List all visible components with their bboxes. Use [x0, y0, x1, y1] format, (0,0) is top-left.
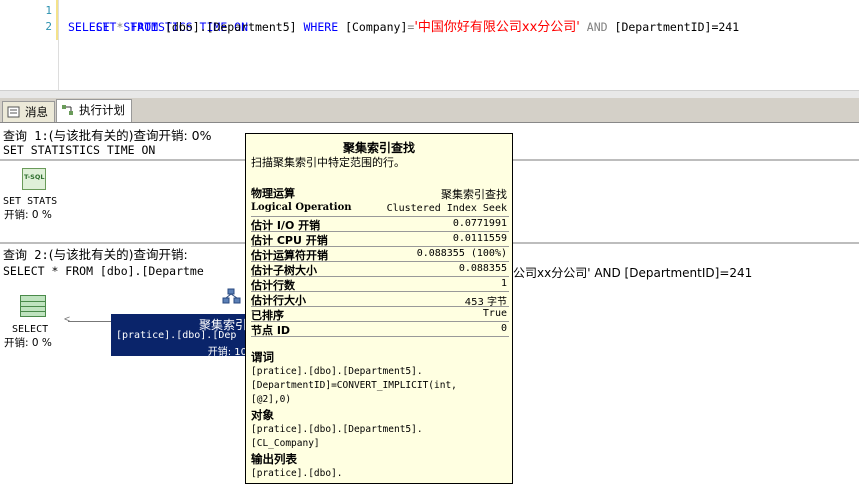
- query1-sql: SET STATISTICS TIME ON: [3, 143, 156, 157]
- query2-sql-right: 公司xx分公司' AND [DepartmentID]=241: [513, 266, 753, 280]
- tooltip-row: 估计 CPU 开销 0.0111559: [251, 231, 509, 247]
- plan-node-cost: 开销: 0 %: [4, 209, 52, 221]
- query1-header: 查询 1:(与该批有关的)查询开销: 0%: [3, 125, 211, 144]
- tab-execution-plan[interactable]: 执行计划: [56, 99, 132, 122]
- property-value: 聚集索引查找: [441, 188, 507, 201]
- line-number: 2: [45, 20, 52, 33]
- tooltip-row: 物理运算 聚集索引查找: [251, 184, 509, 201]
- query2-header: 查询 2:(与该批有关的)查询开销:: [3, 244, 188, 263]
- property-value: 0: [500, 323, 507, 334]
- line-number: 1: [45, 4, 52, 17]
- tab-label: 执行计划: [79, 103, 125, 117]
- sql-identifier: [dbo].[Department5]: [165, 20, 297, 34]
- tooltip-row: 估计子树大小 0.088355: [251, 261, 509, 277]
- plan-node-cost: 开销: 10: [207, 347, 247, 358]
- property-value: 0.0111559: [452, 233, 507, 244]
- plan-node-cost: 开销: 0 %: [4, 337, 52, 349]
- clustered-index-seek-icon[interactable]: [222, 288, 244, 306]
- tooltip-row: 估计运算符开销 0.088355 (100%): [251, 246, 509, 262]
- sql-operator: *: [116, 20, 124, 34]
- query-number: 查询 2:: [3, 248, 49, 262]
- plan-node-object: [pratice].[dbo].[Dep: [116, 330, 237, 341]
- property-value: 0.088355 (100%): [416, 248, 507, 259]
- sql-keyword: WHERE: [303, 20, 339, 34]
- tooltip-section-title: 谓词: [251, 350, 274, 364]
- query-cost: (与该批有关的)查询开销:: [48, 247, 188, 262]
- sql-operator: AND: [586, 20, 608, 34]
- property-value: True: [482, 308, 507, 319]
- tooltip-section-title: 对象: [251, 408, 274, 422]
- tooltip-row: 已排序 True: [251, 306, 509, 322]
- property-name: 物理运算: [251, 187, 295, 200]
- tooltip-output: [pratice].[dbo].: [251, 468, 343, 479]
- query-editor[interactable]: 1 2 SET STATISTICS TIME ON SELECT * FROM…: [0, 0, 859, 99]
- sql-identifier: [DepartmentID]=241: [614, 20, 740, 34]
- tooltip-predicate: [pratice].[dbo].[Department5]. [Departme…: [251, 366, 457, 405]
- plan-node-label: SELECT: [12, 324, 49, 335]
- plan-arrow: [68, 321, 112, 322]
- tooltip-description: 扫描聚集索引中特定范围的行。: [251, 156, 405, 169]
- sql-identifier: [Company]: [345, 20, 408, 34]
- query-number: 查询 1:: [3, 129, 49, 143]
- messages-icon: [7, 106, 20, 118]
- code-line-2[interactable]: SELECT * FROM [dbo].[Department5] WHERE …: [68, 19, 739, 36]
- property-value: 1: [500, 278, 507, 289]
- tooltip-object: [pratice].[dbo].[Department5]. [CL_Compa…: [251, 424, 423, 449]
- property-name: Logical Operation: [251, 202, 352, 213]
- tab-label: 消息: [25, 105, 48, 119]
- tooltip-row: 估计行数 1: [251, 276, 509, 292]
- sql-keyword: SELECT: [68, 20, 110, 34]
- selected-plan-node[interactable]: 聚集索引 [pratice].[dbo].[Dep 开销: 10: [111, 314, 251, 358]
- sql-keyword: FROM: [130, 20, 159, 34]
- gutter-separator: [58, 0, 59, 97]
- property-value: 0.088355: [458, 263, 507, 274]
- line-gutter: 1 2: [0, 0, 59, 97]
- tooltip-row: 估计行大小 453 字节: [251, 291, 509, 308]
- select-icon[interactable]: [20, 295, 46, 317]
- operator-tooltip: 聚集索引查找 扫描聚集索引中特定范围的行。 物理运算 聚集索引查找 Logica…: [245, 133, 513, 484]
- tooltip-row: 节点 ID 0: [251, 321, 509, 337]
- icon-text: T-SQL: [24, 173, 45, 181]
- results-tab-bar: 消息 执行计划: [0, 98, 859, 123]
- sql-string: '中国你好有限公司xx分公司': [414, 20, 580, 35]
- query-cost: (与该批有关的)查询开销: 0%: [48, 128, 212, 143]
- property-value: 0.0771991: [452, 218, 507, 229]
- tsql-icon[interactable]: T-SQL: [22, 168, 46, 190]
- query2-sql-left: SELECT * FROM [dbo].[Departme: [3, 264, 204, 278]
- tooltip-section-title: 输出列表: [251, 452, 297, 466]
- execution-plan-icon: [62, 105, 73, 115]
- tooltip-row: 估计 I/O 开销 0.0771991: [251, 216, 509, 232]
- tooltip-row: Logical Operation Clustered Index Seek: [251, 201, 509, 217]
- property-value: Clustered Index Seek: [386, 203, 507, 214]
- arrow-head-icon: <: [64, 314, 71, 325]
- tab-messages[interactable]: 消息: [2, 101, 55, 122]
- property-name: 节点 ID: [251, 324, 291, 337]
- plan-node-label: SET STATS: [3, 196, 58, 207]
